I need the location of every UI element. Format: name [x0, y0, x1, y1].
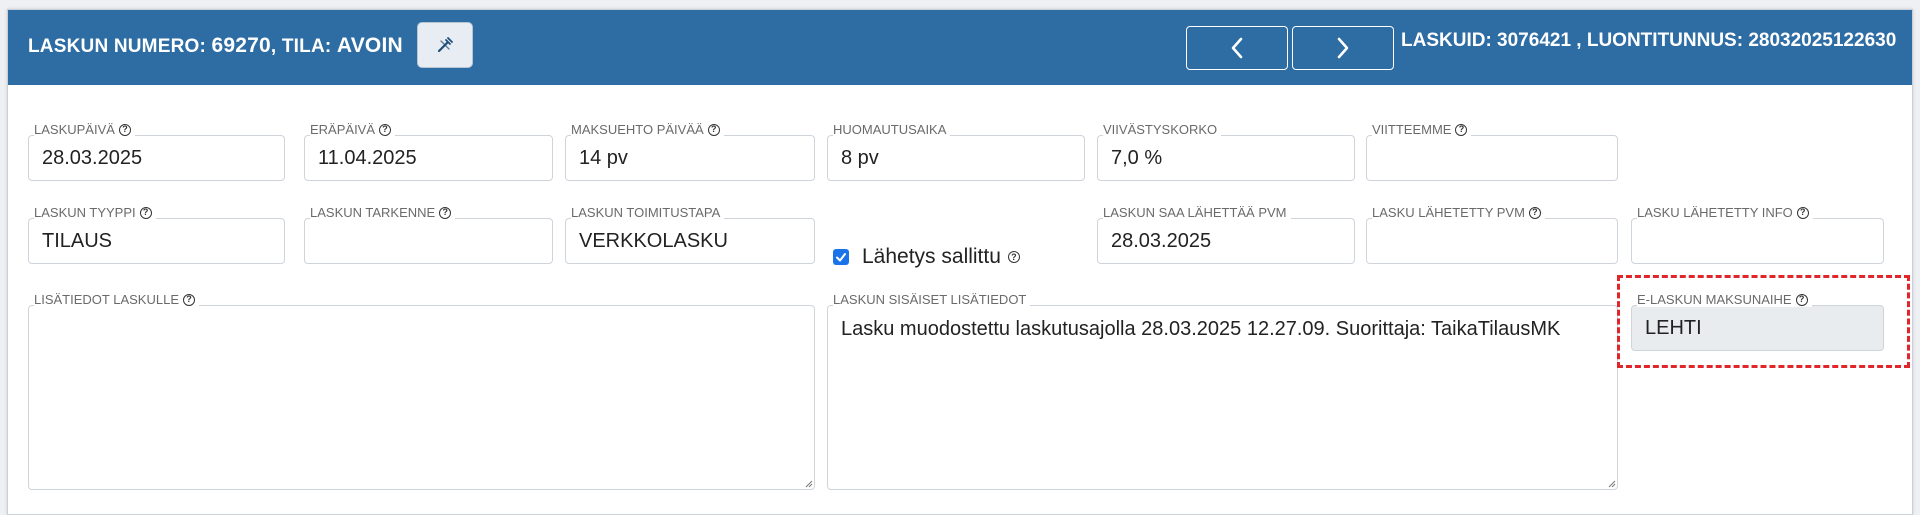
help-icon[interactable]: ? — [1795, 293, 1808, 306]
help-icon[interactable]: ? — [379, 123, 392, 136]
sisaiset-field: LASKUN SISÄISET LISÄTIEDOT Lasku muodost… — [827, 292, 1618, 490]
viitteemme-input[interactable] — [1366, 135, 1618, 181]
resize-handle-icon[interactable] — [803, 478, 813, 488]
laskupaiva-label: LASKUPÄIVÄ — [34, 122, 115, 137]
viivastyskorko-input[interactable]: 7,0 % — [1097, 135, 1355, 181]
lahetetty-pvm-label: LASKU LÄHETETTY PVM — [1372, 205, 1525, 220]
maksuehto-label: MAKSUEHTO PÄIVÄÄ — [571, 122, 704, 137]
invoice-status: AVOIN — [336, 34, 403, 57]
lahetys-sallittu-checkbox[interactable] — [833, 249, 849, 265]
lahetys-sallittu-checkbox-group: Lähetys sallittu ? — [833, 245, 1020, 269]
highlight-box — [1617, 275, 1910, 368]
laskun-tarkenne-label: LASKUN TARKENNE — [310, 205, 436, 220]
erapaiva-input[interactable]: 11.04.2025 — [304, 135, 553, 181]
help-icon[interactable]: ? — [1528, 206, 1541, 219]
help-icon[interactable]: ? — [183, 293, 195, 306]
sisaiset-label: LASKUN SISÄISET LISÄTIEDOT — [833, 292, 1027, 307]
tools-button[interactable] — [417, 22, 473, 68]
help-icon[interactable]: ? — [707, 123, 720, 136]
title-prefix: LASKUN NUMERO: — [28, 36, 212, 57]
laskun-tyyppi-select[interactable]: TILAUS — [28, 218, 285, 264]
tools-icon — [437, 37, 453, 53]
saa-lahettaa-input[interactable]: 28.03.2025 — [1097, 218, 1355, 264]
lisatiedot-field: LISÄTIEDOT LASKULLE? — [28, 292, 815, 490]
viivastyskorko-label: VIIVÄSTYSKORKO — [1103, 122, 1218, 137]
e-maksunaihe-label: E-LASKUN MAKSUNAIHE — [1637, 292, 1792, 307]
help-icon[interactable]: ? — [1455, 123, 1468, 136]
sisaiset-textarea[interactable]: Lasku muodostettu laskutusajolla 28.03.2… — [827, 305, 1618, 490]
help-icon[interactable]: ? — [1796, 206, 1809, 219]
laskun-tyyppi-label: LASKUN TYYPPI — [34, 205, 136, 220]
title-mid: , TILA: — [270, 36, 337, 57]
huomautusaika-label: HUOMAUTUSAIKA — [833, 122, 947, 137]
previous-invoice-button[interactable] — [1186, 26, 1288, 70]
laskupaiva-input[interactable]: 28.03.2025 — [28, 135, 285, 181]
chevron-left-icon — [1231, 37, 1243, 59]
lahetetty-pvm-input[interactable] — [1366, 218, 1618, 264]
help-icon[interactable]: ? — [1007, 251, 1020, 263]
resize-handle-icon[interactable] — [1606, 478, 1616, 488]
toimitustapa-label: LASKUN TOIMITUSTAPA — [571, 205, 721, 220]
lahetetty-info-label: LASKU LÄHETETTY INFO — [1637, 205, 1793, 220]
invoice-header: LASKUN NUMERO: 69270, TILA: AVOIN LASKUI… — [8, 10, 1912, 85]
help-icon[interactable]: ? — [139, 206, 152, 219]
toimitustapa-select[interactable]: VERKKOLASKU — [565, 218, 815, 264]
chevron-right-icon — [1337, 37, 1349, 59]
lisatiedot-textarea[interactable] — [28, 305, 815, 490]
page-title: LASKUN NUMERO: 69270, TILA: AVOIN — [28, 34, 403, 58]
erapaiva-label: ERÄPÄIVÄ — [310, 122, 376, 137]
help-icon[interactable]: ? — [118, 123, 131, 136]
next-invoice-button[interactable] — [1292, 26, 1394, 70]
maksuehto-input[interactable]: 14 pv — [565, 135, 815, 181]
lisatiedot-label: LISÄTIEDOT LASKULLE — [34, 292, 179, 307]
invoice-number: 69270 — [211, 34, 271, 57]
help-icon[interactable]: ? — [439, 206, 452, 219]
lahetetty-info-input[interactable] — [1631, 218, 1884, 264]
viitteemme-label: VIITTEEMME — [1372, 122, 1452, 137]
saa-lahettaa-label: LASKUN SAA LÄHETTÄÄ PVM — [1103, 205, 1287, 220]
huomautusaika-input[interactable]: 8 pv — [827, 135, 1085, 181]
lahetys-sallittu-label: Lähetys sallittu — [862, 245, 1001, 268]
laskun-tarkenne-select[interactable] — [304, 218, 553, 264]
invoice-panel: LASKUN NUMERO: 69270, TILA: AVOIN LASKUI… — [7, 9, 1913, 515]
invoice-ids: LASKUID: 3076421 , LUONTITUNNUS: 2803202… — [1401, 30, 1897, 51]
checkmark-icon — [836, 253, 846, 262]
